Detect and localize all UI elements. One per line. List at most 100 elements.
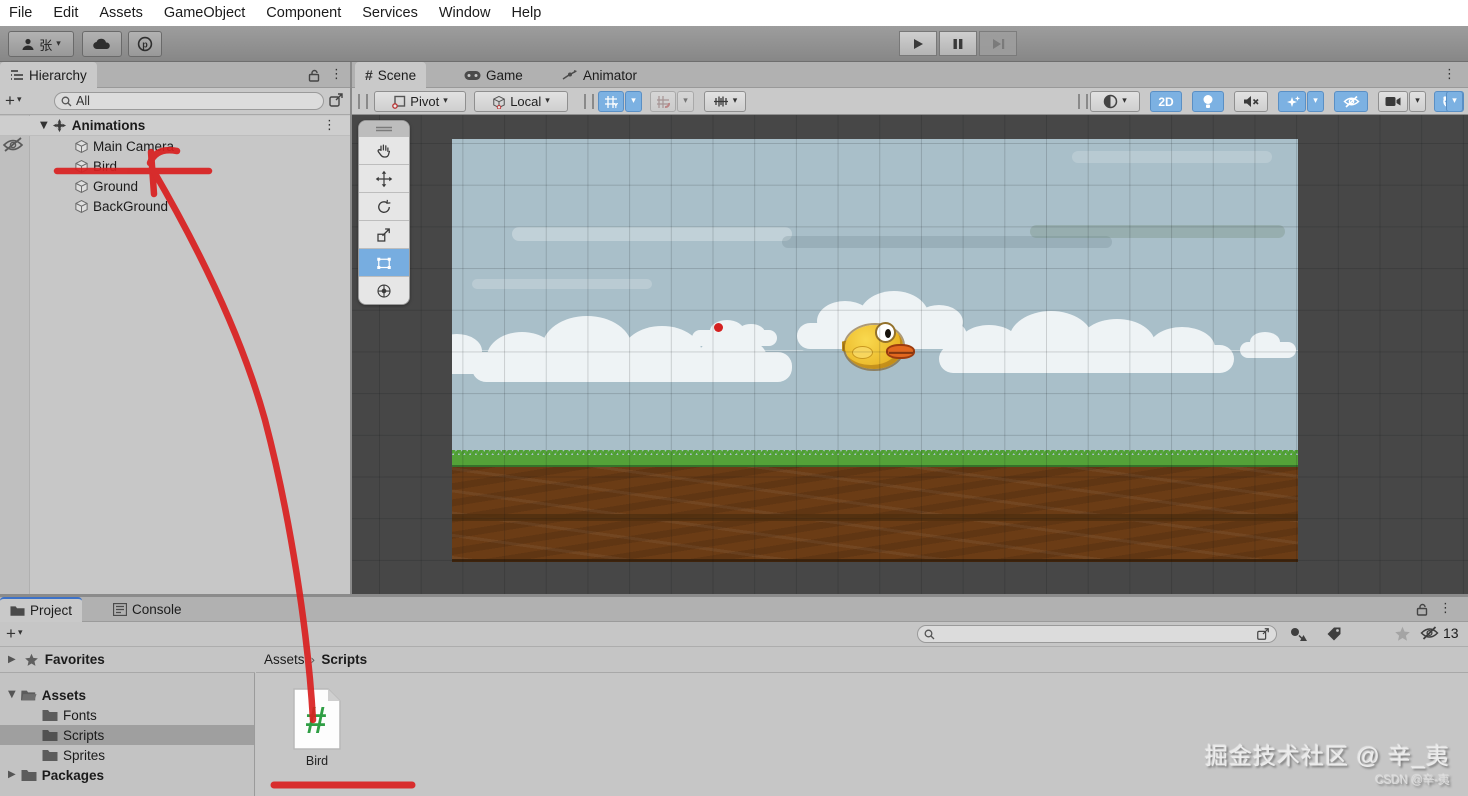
search-window-icon[interactable] <box>328 92 344 108</box>
foldout-arrow-icon[interactable]: ▶ <box>8 654 16 665</box>
menu-component[interactable]: Component <box>266 5 341 21</box>
menu-edit[interactable]: Edit <box>53 5 78 21</box>
cloud-button[interactable] <box>82 31 122 57</box>
hierarchy-row-ground[interactable]: Ground <box>0 176 350 196</box>
menu-services[interactable]: Services <box>362 5 418 21</box>
pause-button[interactable] <box>939 31 977 56</box>
rotate-tool-button[interactable] <box>359 192 409 220</box>
step-button[interactable] <box>979 31 1017 56</box>
rect-tool-button[interactable] <box>359 248 409 276</box>
hand-tool-button[interactable] <box>359 136 409 164</box>
breadcrumb-current[interactable]: Scripts <box>321 652 367 667</box>
bird-sprite[interactable] <box>842 322 915 372</box>
tree-row-fonts[interactable]: Fonts <box>0 705 254 725</box>
folder-open-icon <box>20 690 37 700</box>
account-button[interactable]: 张 ▾ <box>8 31 74 57</box>
tab-animator[interactable]: Animator <box>552 62 647 88</box>
gizmos-dropdown[interactable]: ▾ <box>1446 91 1463 112</box>
toolbar-drag-handle[interactable] <box>584 94 594 109</box>
2d-mode-toggle[interactable]: 2D <box>1150 91 1182 112</box>
search-by-type-icon[interactable] <box>1290 626 1307 642</box>
grid-snap-dropdown[interactable]: ▾ <box>625 91 642 112</box>
hierarchy-row-bird[interactable]: Bird <box>0 156 350 176</box>
chevron-down-icon: ▾ <box>1313 96 1318 106</box>
game-scene-sprites <box>452 139 1298 562</box>
ground-sprite[interactable] <box>452 467 1298 562</box>
toolbar-drag-handle[interactable] <box>358 94 368 109</box>
breadcrumb: Assets › Scripts <box>256 647 1468 673</box>
hierarchy-create-button[interactable]: + ▾ <box>5 92 21 109</box>
transform-tool-button[interactable] <box>359 276 409 304</box>
grid-snap-toggle[interactable]: Y <box>598 91 624 112</box>
search-by-label-icon[interactable] <box>1326 626 1342 642</box>
tab-scene[interactable]: # Scene <box>355 62 427 88</box>
project-search-input[interactable] <box>917 625 1277 643</box>
chevron-down-icon: ▾ <box>1415 96 1420 106</box>
snap-magnet-icon <box>657 95 670 108</box>
hierarchy-row-scene[interactable]: ▼ Animations ⋮ <box>0 116 350 136</box>
project-create-button[interactable]: + ▾ <box>6 625 22 642</box>
favorites-star-icon[interactable] <box>1394 626 1411 642</box>
scene-lighting-toggle[interactable] <box>1192 91 1224 112</box>
cloud <box>1240 332 1296 360</box>
menu-file[interactable]: File <box>9 5 32 21</box>
draw-mode-dropdown[interactable]: ▾ <box>1090 91 1140 112</box>
tab-game[interactable]: Game <box>454 62 533 88</box>
menu-gameobject[interactable]: GameObject <box>164 5 245 21</box>
project-menu-icon[interactable]: ⋮ <box>1439 602 1452 615</box>
foldout-arrow-icon[interactable]: ▼ <box>8 690 16 700</box>
asset-bird-script[interactable]: # Bird <box>284 687 350 768</box>
project-content-area[interactable]: # Bird <box>256 673 1468 796</box>
pivot-mode-dropdown[interactable]: Pivot ▾ <box>374 91 466 112</box>
hierarchy-search-input[interactable]: All <box>54 92 324 110</box>
breadcrumb-root[interactable]: Assets <box>264 652 305 667</box>
handle-rotation-dropdown[interactable]: Local ▾ <box>474 91 568 112</box>
foldout-arrow-icon[interactable]: ▶ <box>8 770 16 780</box>
scene-menu-icon[interactable]: ⋮ <box>323 119 336 132</box>
scene-audio-toggle[interactable] <box>1234 91 1268 112</box>
tree-row-assets[interactable]: ▼ Assets <box>0 685 254 705</box>
collab-button[interactable]: p <box>128 31 162 57</box>
toolbar-drag-handle[interactable] <box>1078 94 1088 109</box>
chevron-down-icon: ▾ <box>1122 96 1127 106</box>
scene-camera-settings[interactable] <box>1378 91 1408 112</box>
play-button[interactable] <box>899 31 937 56</box>
hidden-objects-toggle[interactable] <box>1334 91 1368 112</box>
effects-dropdown[interactable]: ▾ <box>1307 91 1324 112</box>
tab-console[interactable]: Console <box>103 597 192 622</box>
move-tool-button[interactable] <box>359 164 409 192</box>
palette-drag-handle[interactable] <box>359 121 409 136</box>
scene-viewport[interactable] <box>352 115 1468 594</box>
tab-hierarchy[interactable]: Hierarchy <box>0 62 97 88</box>
grid-settings-dropdown[interactable]: ▾ <box>704 91 746 112</box>
hierarchy-menu-icon[interactable]: ⋮ <box>330 68 343 81</box>
menu-assets[interactable]: Assets <box>99 5 143 21</box>
tab-project[interactable]: Project <box>0 597 83 622</box>
favorites-header[interactable]: ▶ Favorites <box>0 647 255 673</box>
snap-increment-toggle[interactable] <box>650 91 676 112</box>
menu-window[interactable]: Window <box>439 5 491 21</box>
hidden-items-indicator[interactable]: 13 <box>1420 625 1459 641</box>
scale-tool-button[interactable] <box>359 220 409 248</box>
search-window-icon[interactable] <box>1256 627 1270 641</box>
unity-editor-window: File Edit Assets GameObject Component Se… <box>0 0 1468 796</box>
menu-help[interactable]: Help <box>511 5 541 21</box>
snap-increment-dropdown[interactable]: ▾ <box>677 91 694 112</box>
hierarchy-row-background[interactable]: BackGround <box>0 196 350 216</box>
lock-icon[interactable] <box>308 69 320 82</box>
foldout-arrow-icon[interactable]: ▼ <box>40 120 48 131</box>
camera-dropdown[interactable]: ▾ <box>1409 91 1426 112</box>
scene-menu-icon[interactable]: ⋮ <box>1443 68 1456 81</box>
grip-icon <box>376 126 392 131</box>
grass-sprite[interactable] <box>452 450 1298 467</box>
tree-label: Fonts <box>63 707 97 723</box>
pivot-label: Pivot <box>410 94 440 109</box>
lock-icon[interactable] <box>1416 603 1428 616</box>
tree-row-sprites[interactable]: Sprites <box>0 745 254 765</box>
folder-icon <box>42 749 58 761</box>
tree-row-packages[interactable]: ▶ Packages <box>0 765 254 785</box>
scene-effects-toggle[interactable] <box>1278 91 1306 112</box>
sky-wisp <box>472 279 652 289</box>
tree-row-scripts[interactable]: Scripts <box>0 725 254 745</box>
hierarchy-row-main-camera[interactable]: Main Camera <box>0 136 350 156</box>
